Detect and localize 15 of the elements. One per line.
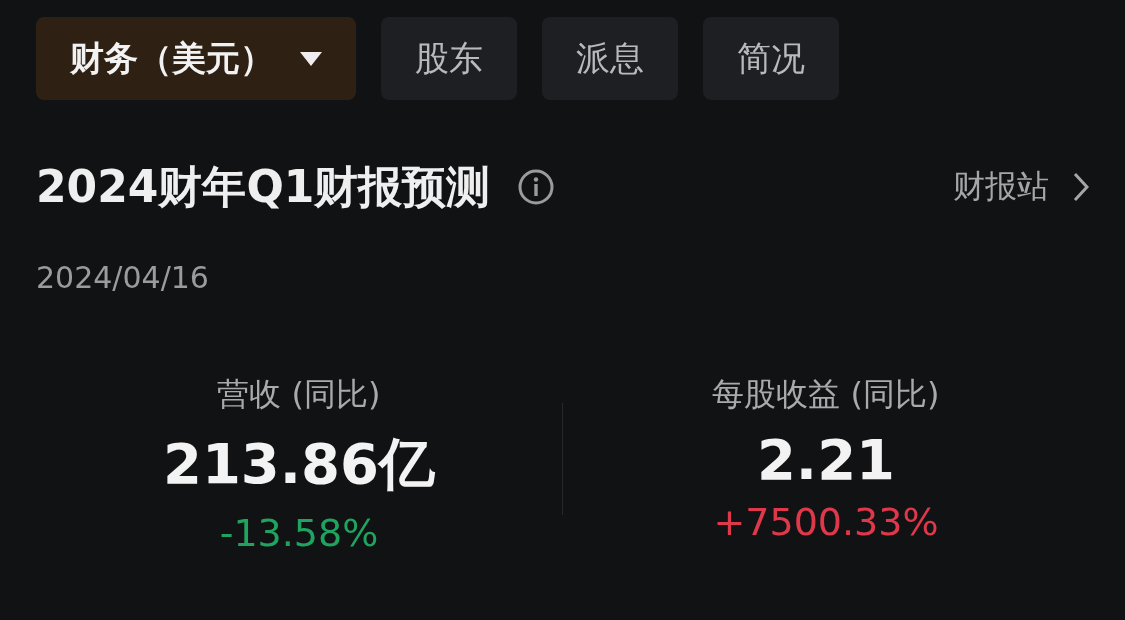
report-date: 2024/04/16	[36, 260, 210, 295]
tab[interactable]: 派息	[542, 17, 678, 100]
metric-value: 2.21	[756, 427, 896, 492]
tab[interactable]: 股东	[381, 17, 517, 100]
section-title: 2024财年Q1财报预测	[36, 159, 491, 214]
metric-label: 每股收益 (同比)	[712, 374, 940, 415]
metric-change: -13.58%	[219, 511, 379, 555]
metric-change: +7500.33%	[713, 500, 939, 544]
metric-value: 213.86亿	[162, 430, 436, 498]
metric-label: 营收 (同比)	[217, 374, 381, 415]
tab[interactable]: 财务（美元）	[36, 17, 356, 100]
tab[interactable]: 简况	[703, 17, 839, 100]
chevron-right-icon[interactable]	[1073, 172, 1089, 202]
info-icon[interactable]	[518, 169, 555, 205]
earnings-link[interactable]: 财报站	[953, 165, 1049, 209]
